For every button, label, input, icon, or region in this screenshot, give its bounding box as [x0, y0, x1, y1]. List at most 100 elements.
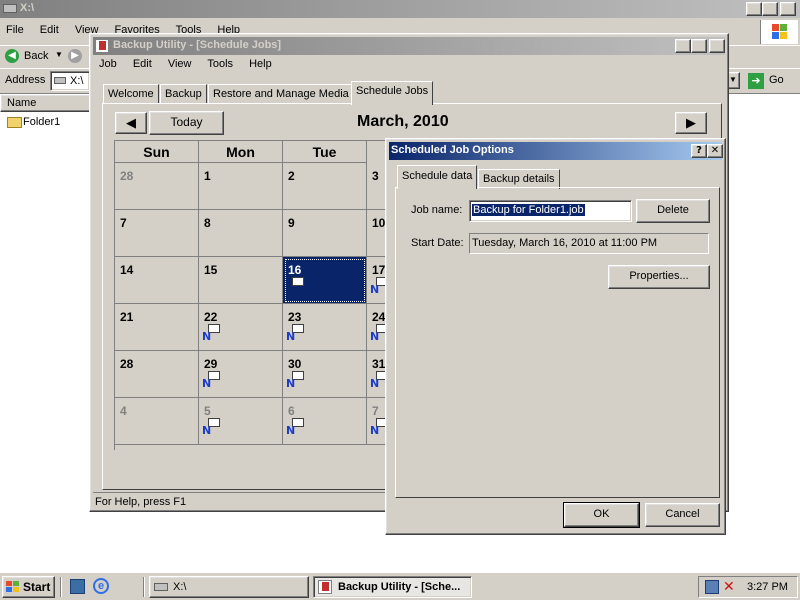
day-number: 5 [204, 404, 211, 418]
weekday-header: Sun [115, 141, 199, 163]
scheduled-normal-job-icon[interactable]: N [202, 371, 222, 390]
tab-backup[interactable]: Backup [160, 84, 207, 104]
properties-label: Properties... [629, 270, 689, 282]
go-button-label[interactable]: Go [769, 74, 784, 86]
taskbar: Start e X:\ Backup Utility - [Sche... ✕ … [0, 572, 800, 600]
today-label: Today [170, 115, 203, 129]
restore-button[interactable]: ❐ [762, 2, 778, 16]
job-name-value: Backup for Folder1.job [472, 204, 585, 216]
scheduled-normal-job-icon[interactable]: N [202, 324, 222, 343]
backup-close-button[interactable]: ✕ [709, 39, 725, 53]
day-number: 21 [120, 310, 134, 324]
ok-button[interactable]: OK [563, 502, 640, 528]
calendar-day[interactable]: 9 [283, 210, 367, 257]
backup-menu-bar: Job Edit View Tools Help [99, 58, 285, 70]
column-header-label: Name [7, 97, 37, 109]
start-date-label: Start Date: [411, 237, 464, 249]
scheduled-job-dialog: Scheduled Job Options ? ✕ Schedule data … [385, 138, 726, 535]
calendar-day[interactable]: 29 N [199, 351, 283, 398]
day-number: 29 [204, 357, 218, 371]
backup-title-bar: Backup Utility - [Schedule Jobs] _ □ ✕ [93, 37, 725, 55]
tab-backup-details[interactable]: Backup details [478, 169, 560, 189]
calendar-day[interactable]: 8 [199, 210, 283, 257]
dialog-close-button[interactable]: ✕ [707, 144, 723, 158]
quicklaunch-divider [60, 577, 62, 597]
menu-edit[interactable]: Edit [133, 58, 152, 70]
dialog-title-bar: Scheduled Job Options ? ✕ [389, 142, 723, 160]
address-value: X:\ [70, 75, 84, 87]
menu-tools[interactable]: Tools [207, 58, 233, 70]
calendar-day[interactable]: 1 [199, 163, 283, 210]
menu-help[interactable]: Help [249, 58, 272, 70]
menu-job[interactable]: Job [99, 58, 117, 70]
menu-file[interactable]: File [6, 24, 24, 36]
forward-arrow-icon[interactable]: ▶ [68, 49, 82, 63]
scheduled-normal-job-icon[interactable]: N [286, 324, 306, 343]
calendar-day[interactable]: 16 [283, 257, 367, 304]
day-number: 6 [288, 404, 295, 418]
day-number: 7 [372, 404, 379, 418]
calendar-day[interactable]: 6N [283, 398, 367, 445]
day-number: 17 [372, 263, 386, 277]
taskbar-button-explorer[interactable]: X:\ [149, 576, 309, 598]
minimize-button[interactable]: _ [746, 2, 762, 16]
menu-view[interactable]: View [168, 58, 192, 70]
day-number: 30 [288, 357, 302, 371]
job-name-field[interactable]: Backup for Folder1.job [469, 200, 632, 222]
taskbar-button-backup[interactable]: Backup Utility - [Sche... [313, 576, 472, 598]
close-icon: ✕ [710, 145, 720, 156]
calendar-day[interactable]: 21 [115, 304, 199, 351]
scheduled-normal-job-icon[interactable]: N [286, 371, 306, 390]
calendar-day[interactable]: 7 [115, 210, 199, 257]
prev-month-button[interactable]: ◀ [115, 112, 147, 134]
calendar-day[interactable]: 2 [283, 163, 367, 210]
backup-maximize-button[interactable]: □ [691, 39, 707, 53]
day-number: 28 [120, 169, 134, 183]
properties-button[interactable]: Properties... [608, 265, 710, 289]
clock[interactable]: 3:27 PM [747, 581, 788, 593]
menu-edit[interactable]: Edit [40, 24, 59, 36]
back-arrow-icon[interactable]: ◀ [5, 49, 19, 63]
delete-button[interactable]: Delete [636, 199, 710, 223]
start-label: Start [23, 580, 51, 594]
go-arrow-icon[interactable]: ➜ [748, 73, 764, 89]
tab-schedule-jobs[interactable]: Schedule Jobs [351, 81, 434, 105]
backup-minimize-button[interactable]: _ [675, 39, 691, 53]
tab-welcome-label: Welcome [108, 88, 154, 100]
calendar-day[interactable]: 14 [115, 257, 199, 304]
back-dropdown-icon[interactable]: ▼ [55, 50, 63, 59]
calendar-day[interactable]: 4 [115, 398, 199, 445]
taskbar-backup-label: Backup Utility - [Sche... [338, 581, 461, 593]
tab-welcome[interactable]: Welcome [103, 84, 159, 104]
internet-explorer-icon[interactable]: e [93, 578, 109, 594]
calendar-day[interactable]: 5N [199, 398, 283, 445]
calendar-day[interactable]: 22 N [199, 304, 283, 351]
day-number: 4 [120, 404, 127, 418]
show-desktop-icon[interactable] [70, 579, 85, 594]
scheduled-job-icon[interactable] [286, 277, 306, 293]
start-date-field: Tuesday, March 16, 2010 at 11:00 PM [469, 233, 709, 254]
ok-label: OK [593, 508, 610, 520]
dialog-help-button[interactable]: ? [691, 144, 707, 158]
tab-restore[interactable]: Restore and Manage Media [208, 84, 354, 104]
today-button[interactable]: Today [149, 111, 224, 135]
calendar-day[interactable]: 30 N [283, 351, 367, 398]
scheduled-normal-job-icon[interactable]: N [202, 418, 222, 437]
calendar-day[interactable]: 28 [115, 163, 199, 210]
dialog-title: Scheduled Job Options [391, 144, 514, 156]
calendar-day[interactable]: 28 [115, 351, 199, 398]
tab-schedule-data[interactable]: Schedule data [397, 165, 478, 189]
start-button[interactable]: Start [2, 576, 55, 598]
calendar-day[interactable]: 15 [199, 257, 283, 304]
network-disconnected-icon[interactable]: ✕ [723, 578, 735, 595]
scheduled-normal-job-icon[interactable]: N [286, 418, 306, 437]
network-icon[interactable] [705, 580, 719, 594]
address-input[interactable]: X:\ [50, 71, 90, 91]
next-month-button[interactable]: ▶ [675, 112, 707, 134]
calendar-day[interactable]: 23 N [283, 304, 367, 351]
backup-title: Backup Utility - [Schedule Jobs] [113, 39, 282, 51]
close-button[interactable]: ✕ [780, 2, 796, 16]
back-button-label[interactable]: Back [24, 50, 48, 62]
job-name-label: Job name: [411, 204, 463, 216]
cancel-button[interactable]: Cancel [645, 503, 720, 527]
